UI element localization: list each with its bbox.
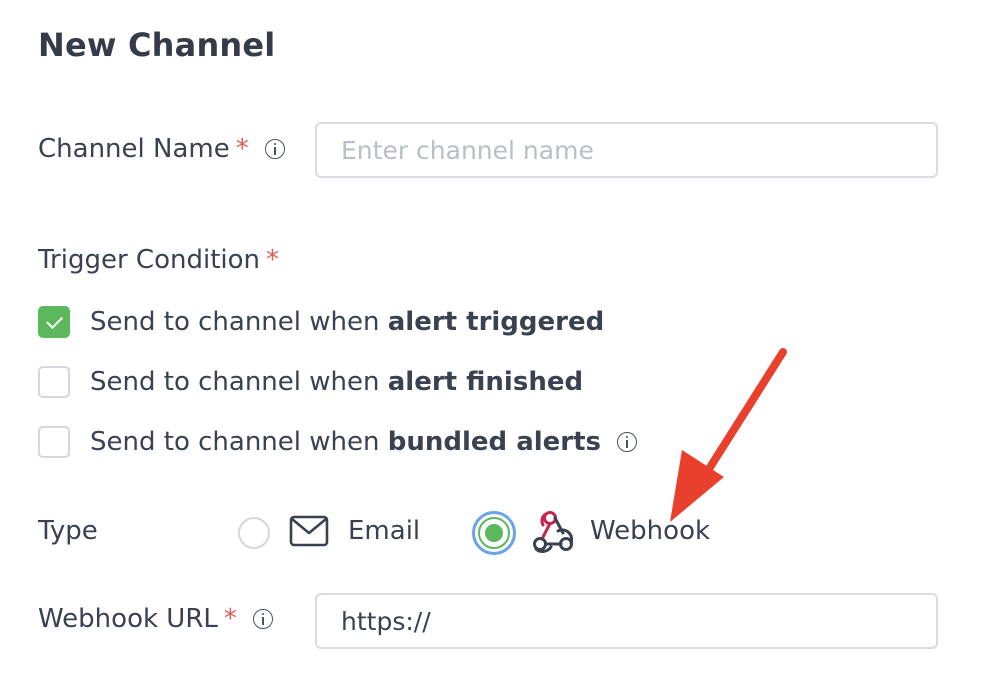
trigger-option-alert-finished[interactable]: Send to channel when alert finished (38, 366, 583, 398)
new-channel-form: New Channel Channel Name * Trigger Condi… (0, 0, 984, 676)
radio-webhook-dot (485, 524, 503, 542)
webhook-url-label: Webhook URL * (38, 604, 273, 634)
trigger-option-prefix: Send to channel when (90, 307, 388, 337)
trigger-option-text: Send to channel when alert triggered (90, 307, 604, 337)
trigger-option-prefix: Send to channel when (90, 367, 388, 397)
trigger-option-prefix: Send to channel when (90, 427, 388, 457)
trigger-option-bold: alert triggered (387, 307, 605, 337)
required-asterisk: * (266, 245, 280, 275)
envelope-icon (289, 515, 329, 547)
type-option-email-label[interactable]: Email (348, 516, 420, 546)
required-asterisk: * (223, 604, 237, 634)
trigger-option-bold: alert finished (387, 367, 584, 397)
webhook-url-input[interactable] (315, 593, 938, 649)
radio-email[interactable] (238, 517, 270, 549)
webhook-icon (533, 511, 574, 553)
page-title: New Channel (38, 26, 276, 64)
trigger-option-bold: bundled alerts (387, 427, 602, 457)
trigger-option-text: Send to channel when alert finished (90, 367, 583, 397)
trigger-condition-label: Trigger Condition * (38, 245, 279, 275)
annotation-arrow-icon (670, 348, 787, 522)
checkbox-alert-finished[interactable] (38, 366, 70, 398)
checkbox-alert-triggered[interactable] (38, 306, 70, 338)
channel-name-label: Channel Name * (38, 134, 285, 164)
radio-webhook-ring (478, 517, 510, 549)
webhook-url-label-text: Webhook URL (38, 604, 218, 634)
info-icon[interactable] (264, 139, 285, 159)
trigger-option-text: Send to channel when bundled alerts (90, 427, 601, 457)
info-icon[interactable] (617, 432, 638, 452)
channel-name-input[interactable] (315, 122, 938, 178)
type-label: Type (38, 516, 98, 546)
info-icon[interactable] (252, 609, 273, 629)
trigger-option-alert-triggered[interactable]: Send to channel when alert triggered (38, 306, 604, 338)
required-asterisk: * (235, 134, 249, 164)
radio-webhook[interactable] (472, 511, 516, 555)
trigger-option-bundled-alerts[interactable]: Send to channel when bundled alerts (38, 426, 638, 458)
checkbox-bundled-alerts[interactable] (38, 426, 70, 458)
trigger-condition-label-text: Trigger Condition (38, 245, 261, 275)
channel-name-label-text: Channel Name (38, 134, 230, 164)
